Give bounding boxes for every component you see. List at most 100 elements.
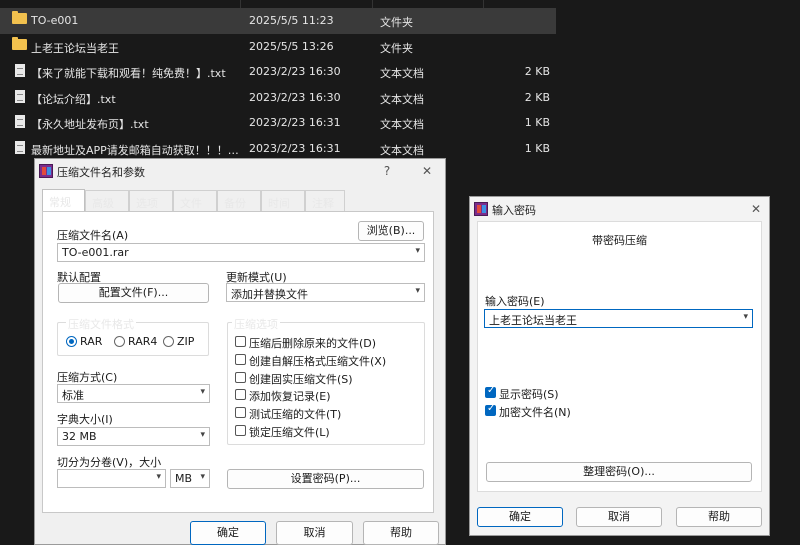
update-mode-value: 添加并替换文件: [231, 288, 308, 301]
split-label: 切分为分卷(V)，大小: [57, 456, 162, 469]
chevron-down-icon[interactable]: ▾: [156, 472, 161, 482]
chevron-down-icon[interactable]: ▾: [415, 246, 420, 256]
password-cancel-button[interactable]: 取消: [576, 507, 662, 527]
test-files-checkbox[interactable]: [235, 407, 246, 418]
text-file-icon: [15, 115, 25, 129]
file-type: 文件夹: [380, 16, 413, 29]
encrypt-filenames-label: 加密文件名(N): [499, 406, 571, 419]
organize-passwords-button[interactable]: 整理密码(O)...: [486, 462, 752, 482]
file-row[interactable]: 【永久地址发布页】.txt 2023/2/23 16:31 文本文档 1 KB: [0, 110, 556, 136]
profiles-button[interactable]: 配置文件(F)...: [58, 283, 209, 303]
format-rar4-radio[interactable]: [114, 336, 125, 347]
close-icon[interactable]: ✕: [417, 162, 437, 180]
tab-advanced[interactable]: 高级: [85, 190, 129, 211]
split-size-input[interactable]: ▾: [57, 469, 166, 488]
solid-checkbox[interactable]: [235, 372, 246, 383]
password-help-button[interactable]: 帮助: [676, 507, 762, 527]
file-row[interactable]: TO-e001 2025/5/5 11:23 文件夹: [0, 8, 556, 34]
file-name: 【论坛介绍】.txt: [31, 92, 116, 106]
option-label: 添加恢复记录(E): [249, 390, 331, 403]
tab-files[interactable]: 文件: [173, 190, 217, 211]
update-mode-select[interactable]: 添加并替换文件 ▾: [226, 283, 425, 302]
file-name: 【来了就能下载和观看！纯免费！】.txt: [31, 67, 226, 81]
password-value: 上老王论坛当老王: [489, 314, 577, 327]
chevron-down-icon: ▾: [200, 430, 205, 440]
tab-backup[interactable]: 备份: [217, 190, 261, 211]
delete-after-checkbox[interactable]: [235, 336, 246, 347]
password-panel: [477, 221, 762, 492]
split-unit-select[interactable]: MB ▾: [170, 469, 210, 488]
password-input[interactable]: 上老王论坛当老王 ▾: [484, 309, 753, 328]
file-row[interactable]: 【论坛介绍】.txt 2023/2/23 16:30 文本文档 2 KB: [0, 85, 556, 111]
encrypt-filenames-checkbox[interactable]: [485, 403, 496, 416]
folder-icon: [12, 11, 27, 24]
column-divider[interactable]: [372, 0, 373, 8]
format-rar-label: RAR: [80, 335, 103, 348]
file-size: 1 KB: [524, 141, 550, 155]
option-label: 创建固实压缩文件(S): [249, 373, 353, 386]
password-ok-button[interactable]: 确定: [477, 507, 563, 527]
file-name: 最新地址及APP请发邮箱自动获取！！！....: [31, 143, 239, 157]
column-divider[interactable]: [240, 0, 241, 8]
cancel-button[interactable]: 取消: [276, 521, 353, 545]
tab-time[interactable]: 时间: [261, 190, 305, 211]
tab-options[interactable]: 选项: [129, 190, 173, 211]
file-type: 文本文档: [380, 118, 424, 132]
ok-button[interactable]: 确定: [190, 521, 266, 545]
option-label: 创建自解压格式压缩文件(X): [249, 355, 387, 368]
format-zip-radio[interactable]: [163, 336, 174, 347]
recovery-record-checkbox[interactable]: [235, 389, 246, 400]
chevron-down-icon: ▾: [200, 472, 205, 482]
chevron-down-icon[interactable]: ▾: [743, 312, 748, 322]
archive-name-input[interactable]: TO-e001.rar ▾: [57, 243, 425, 262]
browse-button[interactable]: 浏览(B)...: [358, 221, 424, 241]
file-date: 2023/2/23 16:30: [249, 65, 341, 79]
password-heading: 带密码压缩: [592, 234, 647, 247]
set-password-button[interactable]: 设置密码(P)...: [227, 469, 424, 489]
archive-dialog-title: 压缩文件名和参数: [57, 166, 145, 179]
show-password-checkbox[interactable]: [485, 385, 496, 398]
file-size: 1 KB: [524, 116, 550, 130]
dictionary-value: 32 MB: [62, 430, 97, 443]
file-date: 2025/5/5 11:23: [249, 14, 334, 27]
dictionary-select[interactable]: 32 MB ▾: [57, 427, 210, 446]
chevron-down-icon: ▾: [415, 286, 420, 296]
chevron-down-icon: ▾: [200, 387, 205, 397]
file-size: 2 KB: [524, 65, 550, 79]
dictionary-label: 字典大小(I): [57, 413, 113, 426]
lock-archive-checkbox[interactable]: [235, 425, 246, 436]
file-date: 2025/5/5 13:26: [249, 39, 334, 53]
file-name: TO-e001: [31, 14, 79, 27]
archive-name-label: 压缩文件名(A): [57, 229, 129, 242]
method-value: 标准: [62, 389, 84, 402]
tab-general[interactable]: 常规: [42, 189, 85, 212]
archive-dialog-titlebar[interactable]: 压缩文件名和参数 ? ✕: [35, 159, 445, 183]
text-file-icon: [15, 89, 25, 103]
format-rar-radio[interactable]: [66, 336, 77, 347]
file-name: 【永久地址发布页】.txt: [31, 118, 149, 132]
text-file-icon: [15, 140, 25, 154]
password-dialog-titlebar[interactable]: 输入密码 ✕: [470, 197, 769, 221]
winrar-icon: [474, 202, 488, 216]
method-select[interactable]: 标准 ▾: [57, 384, 210, 403]
password-label: 输入密码(E): [485, 295, 545, 308]
file-type: 文本文档: [380, 92, 424, 106]
file-date: 2023/2/23 16:30: [249, 90, 341, 104]
file-date: 2023/2/23 16:31: [249, 141, 341, 155]
close-icon[interactable]: ✕: [746, 200, 766, 218]
file-size: 2 KB: [524, 90, 550, 104]
archive-options-title: 压缩选项: [232, 316, 280, 332]
file-row[interactable]: 上老王论坛当老王 2025/5/5 13:26 文件夹: [0, 34, 556, 60]
sfx-checkbox[interactable]: [235, 354, 246, 365]
option-label: 锁定压缩文件(L): [249, 426, 330, 439]
help-icon[interactable]: ?: [377, 162, 397, 180]
column-divider[interactable]: [483, 0, 484, 8]
file-row[interactable]: 【来了就能下载和观看！纯免费！】.txt 2023/2/23 16:30 文本文…: [0, 59, 556, 85]
help-button[interactable]: 帮助: [363, 521, 439, 545]
option-label: 压缩后删除原来的文件(D): [249, 337, 377, 350]
format-rar4-label: RAR4: [128, 335, 158, 348]
winrar-icon: [39, 164, 53, 178]
tab-comment[interactable]: 注释: [305, 190, 345, 211]
split-unit-value: MB: [175, 472, 193, 485]
folder-icon: [12, 36, 27, 50]
